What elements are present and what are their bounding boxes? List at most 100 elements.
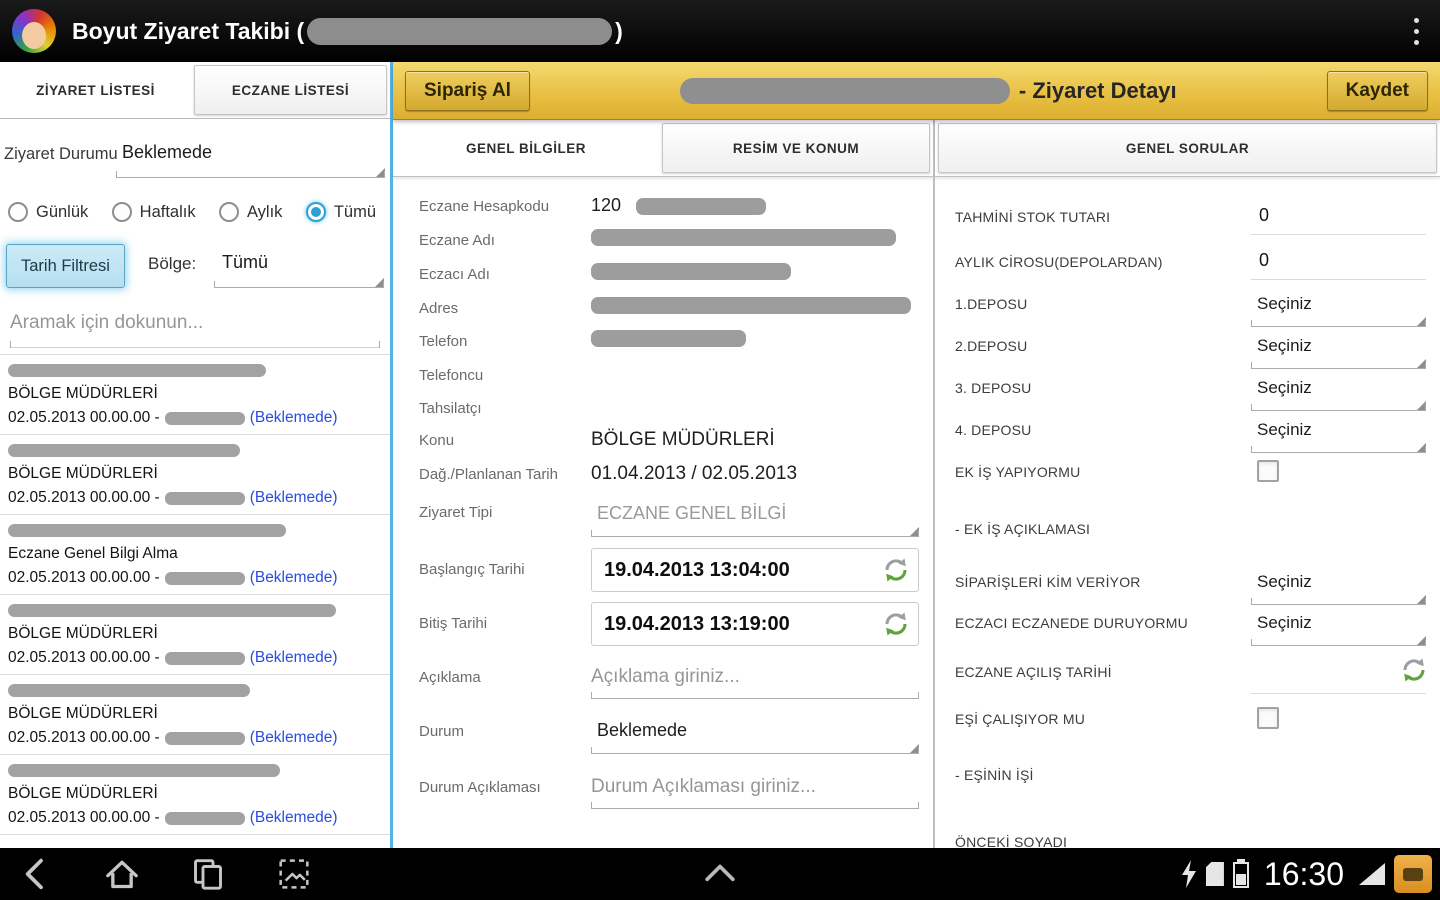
q-row-siparis-kim: SİPARİŞLERİ KİM VERİYOR Seçiniz [935,570,1440,605]
screenshot-button[interactable] [272,852,316,896]
visit-list-item[interactable]: BÖLGE MÜDÜRLERİ 02.05.2013 00.00.00 - (B… [0,755,390,835]
refresh-time-icon[interactable] [880,608,912,640]
recents-icon [194,859,222,890]
depo4-spinner[interactable]: Seçiniz [1251,418,1426,453]
kaydet-button[interactable]: Kaydet [1326,70,1428,111]
visit-list-item[interactable]: BÖLGE MÜDÜRLERİ 02.05.2013 00.00.00 - (B… [0,675,390,755]
button-label: Tarih Filtresi [21,256,110,275]
visit-status: (Beklemede) [249,569,338,586]
field-label: Konu [419,432,455,449]
eczaci-duruyor-spinner[interactable]: Seçiniz [1251,611,1426,646]
ziyaret-durumu-spinner[interactable]: Beklemede [116,132,385,178]
tab-eczane-listesi[interactable]: ECZANE LİSTESİ [194,65,387,115]
radio-circle-icon [111,202,132,222]
spinner-corner-icon [375,278,384,287]
notification-glyph [1403,867,1423,881]
detail-title-text: - Ziyaret Detayı [1018,77,1177,103]
durum-aciklamasi-field [591,772,919,809]
bolge-label: Bölge: [148,254,197,273]
action-bar: Boyut Ziyaret Takibi ( ) [0,0,1440,62]
tab-label: GENEL BİLGİLER [465,140,586,156]
app-title: Boyut Ziyaret Takibi ( ) [72,17,623,45]
search-input[interactable] [10,304,380,342]
radio-gunluk[interactable]: Günlük [8,202,88,222]
field-value: 120 [591,195,919,219]
tab-genel-sorular[interactable]: GENEL SORULAR [938,123,1437,173]
visit-list-item[interactable]: BÖLGE MÜDÜRLERİ 02.05.2013 00.00.00 - (B… [0,595,390,675]
question-value [1251,707,1426,729]
field-label: Eczacı Adı [419,266,490,283]
detail-header: Sipariş Al - Ziyaret Detayı Kaydet [393,62,1440,120]
home-button[interactable] [100,852,144,896]
spinner-value: Seçiniz [1257,336,1312,355]
depo3-spinner[interactable]: Seçiniz [1251,376,1426,411]
spinner-corner-icon [1417,443,1426,452]
refresh-time-icon[interactable] [880,554,912,586]
field-label: Telefoncu [419,367,484,384]
spinner-corner-icon [1417,595,1426,604]
overflow-menu-icon[interactable] [1396,7,1436,55]
notification-app-icon[interactable] [1394,855,1432,893]
ziyaret-tipi-spinner[interactable]: ECZANE GENEL BİLGİ [591,501,919,537]
radio-label: Aylık [246,202,283,221]
spinner-value: Seçiniz [1257,613,1312,632]
esi-calisiyor-checkbox[interactable] [1257,707,1279,729]
form-row-telefon: Telefon [419,330,919,354]
visit-list-item[interactable]: BÖLGE MÜDÜRLERİ 02.05.2013 00.00.00 - (B… [0,435,390,515]
tab-ziyaret-listesi[interactable]: ZİYARET LİSTESİ [0,62,191,118]
form-row-tahsilatci: Tahsilatçı [419,397,919,421]
refresh-time-icon[interactable] [1398,654,1430,686]
nav-buttons [14,852,316,896]
datetime-value: 19.04.2013 13:04:00 [604,558,790,581]
acilis-tarihi-field[interactable] [1251,658,1426,694]
value-text: BÖLGE MÜDÜRLERİ [591,429,775,450]
redacted-value [591,263,791,280]
question-value[interactable]: 0 [1251,205,1426,235]
bolge-spinner[interactable]: Tümü [214,242,384,288]
spinner-corner-icon [1417,317,1426,326]
form-row-eczane-hesapkodu: Eczane Hesapkodu 120 [419,195,919,219]
tab-label: GENEL SORULAR [1125,140,1250,156]
status-cluster[interactable]: 16:30 [1181,848,1432,900]
spinner-value: ECZANE GENEL BİLGİ [597,503,787,523]
question-value[interactable]: 0 [1251,250,1426,280]
redacted-value [591,229,896,246]
q-row-depo4: 4. DEPOSU Seçiniz [935,418,1440,453]
expand-button[interactable] [698,856,742,893]
recents-button[interactable] [186,852,230,896]
button-label: Sipariş Al [424,79,511,101]
ziyaret-durumu-label: Ziyaret Durumu [4,145,118,163]
field-value [591,229,919,253]
left-tab-bar: ZİYARET LİSTESİ ECZANE LİSTESİ [0,62,390,119]
visit-list-item[interactable]: Eczane Genel Bilgi Alma 02.05.2013 00.00… [0,515,390,595]
tab-resim-ve-konum[interactable]: RESİM VE KONUM [662,123,930,173]
screenshot-icon [279,859,309,889]
aciklama-input[interactable] [591,662,919,692]
ekis-checkbox[interactable] [1257,460,1279,482]
tarih-filtresi-button[interactable]: Tarih Filtresi [6,244,125,288]
visit-list-item[interactable]: BÖLGE MÜDÜRLERİ 02.05.2013 00.00.00 - (B… [0,355,390,435]
depo2-spinner[interactable]: Seçiniz [1251,334,1426,369]
field-value [591,364,919,388]
siparis-kim-spinner[interactable]: Seçiniz [1251,570,1426,605]
redacted-time [164,811,245,825]
bitis-datetime-field[interactable]: 19.04.2013 13:19:00 [591,602,919,646]
depo1-spinner[interactable]: Seçiniz [1251,292,1426,327]
field-value [591,263,919,287]
back-button[interactable] [14,852,58,896]
radio-haftalik[interactable]: Haftalık [111,202,196,222]
baslangic-datetime-field[interactable]: 19.04.2013 13:04:00 [591,548,919,592]
app-title-suffix: ) [615,17,623,44]
radio-aylik[interactable]: Aylık [218,202,283,222]
form-row-ziyaret-tipi: Ziyaret Tipi ECZANE GENEL BİLGİ [419,501,919,537]
clock[interactable]: 16:30 [1264,856,1344,893]
spinner-corner-icon [910,527,919,536]
tab-label: RESİM VE KONUM [732,140,860,156]
radio-tumu[interactable]: Tümü [305,202,376,222]
genel-bilgiler-panel: GENEL BİLGİLER RESİM VE KONUM Eczane Hes… [393,120,933,848]
durum-aciklamasi-input[interactable] [591,772,919,802]
visit-subject: Eczane Genel Bilgi Alma [8,545,178,562]
siparis-al-button[interactable]: Sipariş Al [405,70,530,111]
durum-spinner[interactable]: Beklemede [591,718,919,754]
tab-genel-bilgiler[interactable]: GENEL BİLGİLER [393,120,659,176]
